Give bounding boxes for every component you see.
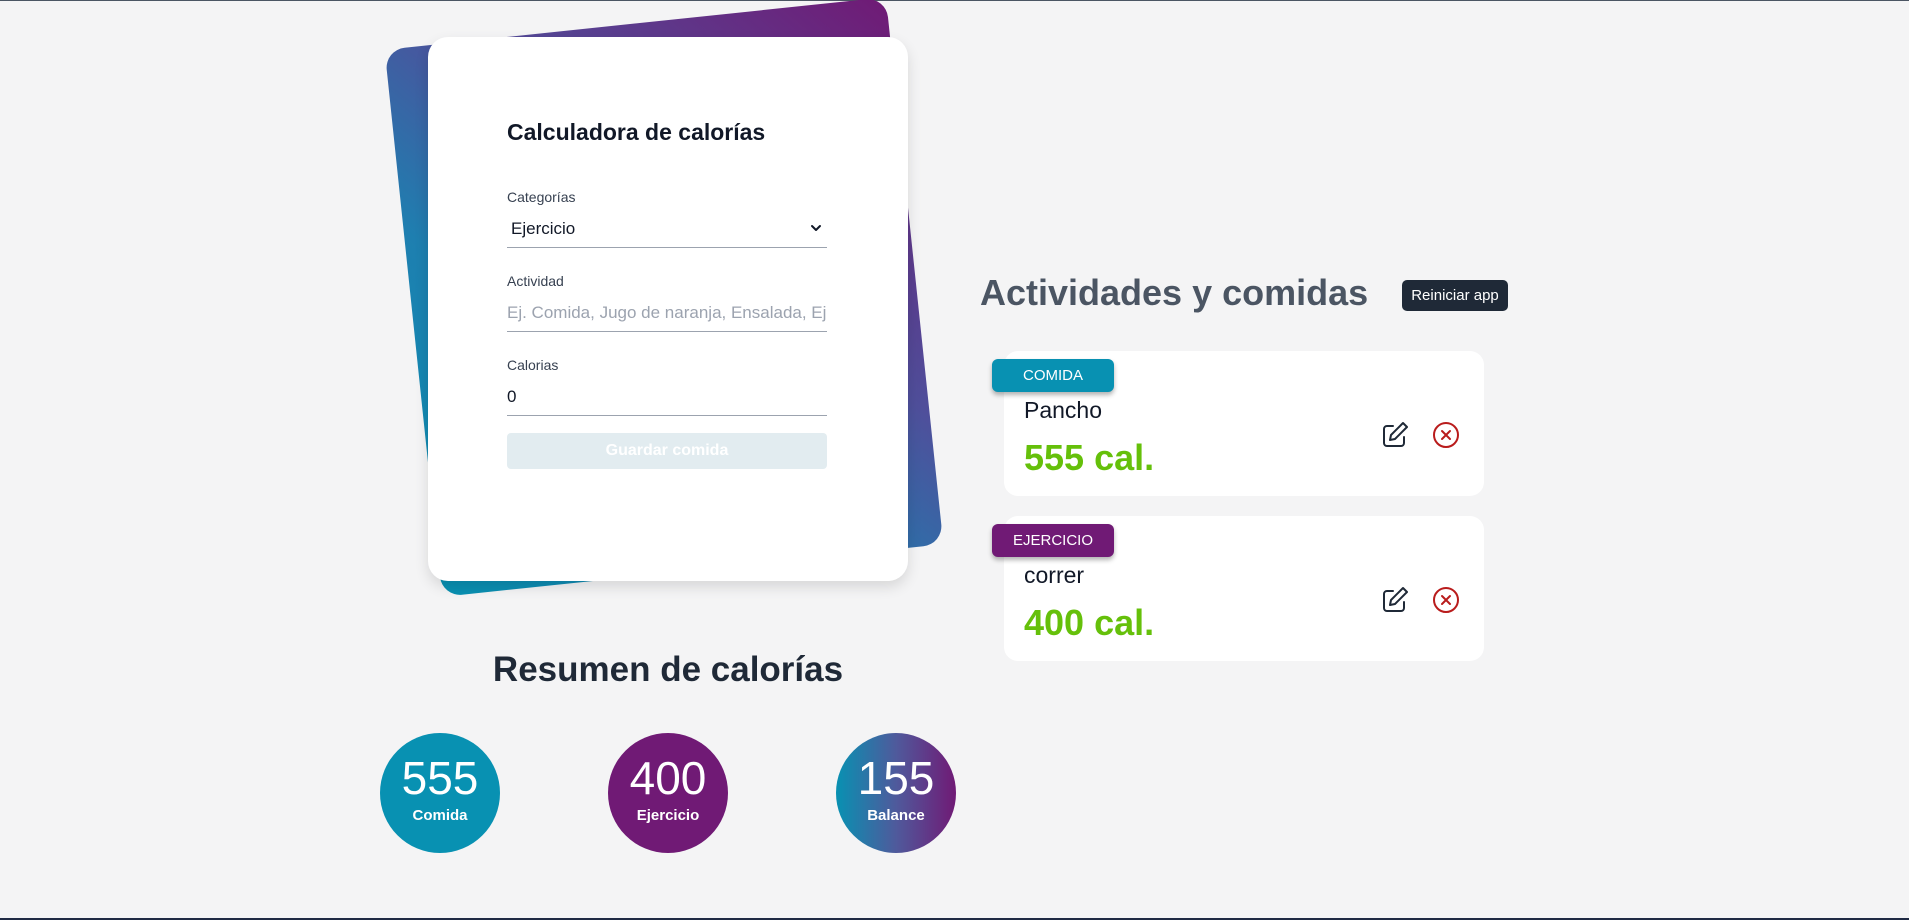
- top-border: [0, 0, 1909, 1]
- summary-title: Resumen de calorías: [492, 650, 844, 689]
- pencil-square-icon[interactable]: [1379, 419, 1411, 451]
- stat-exercise: 400 Ejercicio: [608, 733, 728, 853]
- stat-balance-value: 155: [857, 752, 935, 804]
- item-name: correr: [1024, 562, 1085, 588]
- stat-food-value: 555: [401, 752, 479, 804]
- list-item: COMIDA Pancho 555 cal.: [992, 351, 1484, 496]
- stat-balance-label: Balance: [867, 807, 925, 824]
- save-button[interactable]: Guardar comida: [507, 433, 827, 469]
- category-select-value: Ejercicio: [511, 219, 576, 238]
- activity-placeholder: Ej. Comida, Jugo de naranja, Ensalada, E…: [507, 303, 827, 322]
- activities-title: Actividades y comidas: [980, 272, 1369, 313]
- calories-input-value: 0: [507, 387, 517, 406]
- calories-input[interactable]: 0: [507, 381, 827, 416]
- category-select[interactable]: Ejercicio: [507, 213, 827, 248]
- x-circle-icon[interactable]: [1430, 419, 1462, 451]
- chevron-down-icon: [811, 225, 821, 231]
- pencil-square-icon[interactable]: [1379, 584, 1411, 616]
- calorie-form-card: Calculadora de calorías Categorías Ejerc…: [428, 37, 908, 581]
- category-label: Categorías: [507, 189, 576, 205]
- x-circle-icon[interactable]: [1430, 584, 1462, 616]
- item-calories: 555 cal.: [1024, 437, 1155, 478]
- form-title: Calculadora de calorías: [507, 119, 766, 145]
- category-badge: EJERCICIO: [992, 524, 1114, 557]
- activity-label: Actividad: [507, 273, 564, 289]
- stat-balance: 155 Balance: [836, 733, 956, 853]
- category-badge: COMIDA: [992, 359, 1114, 392]
- stat-food-label: Comida: [412, 807, 468, 824]
- reset-app-button[interactable]: Reiniciar app: [1402, 280, 1508, 311]
- item-calories: 400 cal.: [1024, 602, 1155, 643]
- stat-exercise-value: 400: [629, 752, 707, 804]
- item-name: Pancho: [1024, 397, 1103, 423]
- stat-exercise-label: Ejercicio: [636, 807, 700, 824]
- list-item: EJERCICIO correr 400 cal.: [992, 516, 1484, 661]
- calories-label: Calorias: [507, 357, 559, 373]
- activity-input[interactable]: Ej. Comida, Jugo de naranja, Ensalada, E…: [507, 297, 827, 332]
- stat-food: 555 Comida: [380, 733, 500, 853]
